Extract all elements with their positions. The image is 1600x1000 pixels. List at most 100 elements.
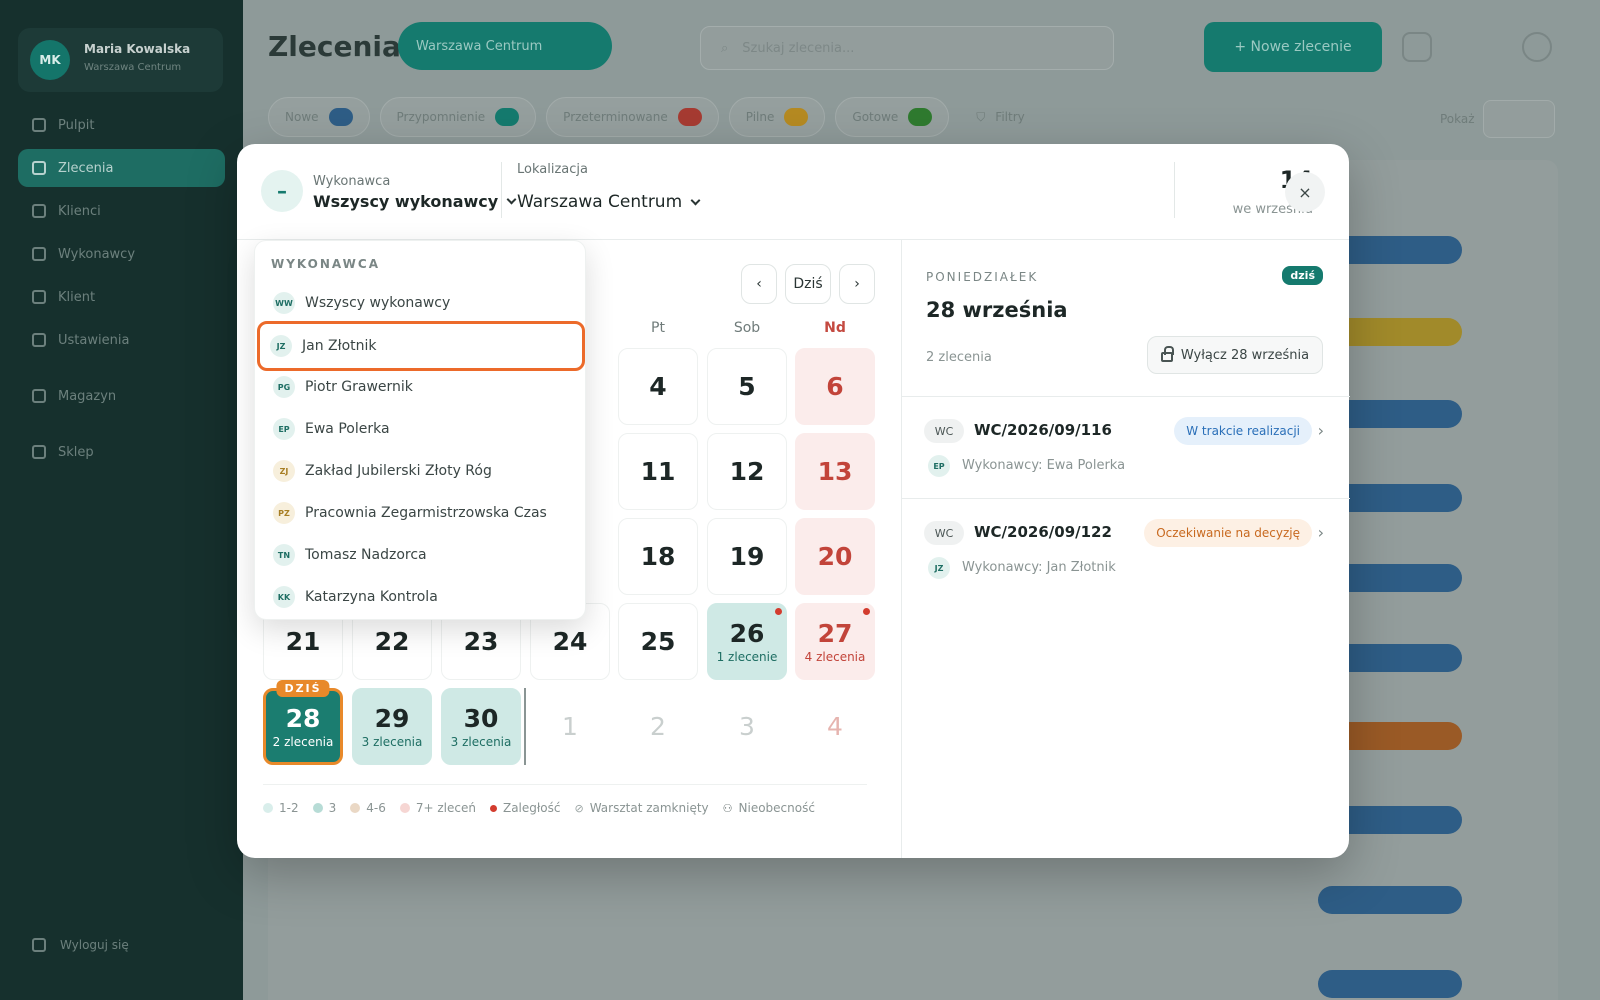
day-number: 27 <box>817 619 853 648</box>
calendar-day[interactable]: 4 <box>618 348 698 425</box>
filter-pilne[interactable]: Pilne <box>728 97 826 137</box>
sidebar-item-klient[interactable]: Klient <box>18 278 225 316</box>
warehouse-icon <box>32 389 46 403</box>
day-number: 23 <box>463 627 499 656</box>
calendar-day[interactable]: 13 <box>795 433 875 510</box>
option-label: Wszyscy wykonawcy <box>305 295 451 311</box>
filter-gotowe[interactable]: Gotowe <box>835 97 950 137</box>
search-input[interactable]: ⌕ Szukaj zlecenia... <box>700 26 1114 70</box>
option-label: Piotr Grawernik <box>305 379 413 395</box>
dow-saturday: Sob <box>733 320 761 336</box>
prev-month-button[interactable]: ‹ <box>741 264 777 304</box>
chevron-right-icon: › <box>1317 523 1324 542</box>
new-order-button[interactable]: + Nowe zlecenie <box>1204 22 1382 72</box>
calendar-day[interactable]: 29 3 zlecenia <box>352 688 432 765</box>
dow-friday: Pt <box>651 320 665 336</box>
calendar-day[interactable]: 20 <box>795 518 875 595</box>
filter-przeterminowane[interactable]: Przeterminowane <box>546 97 719 137</box>
executor-option[interactable]: PG Piotr Grawernik <box>263 367 579 407</box>
account-icon[interactable] <box>1522 32 1552 62</box>
user-location: Warszawa Centrum <box>84 62 182 73</box>
executor-option[interactable]: WW Wszyscy wykonawcy <box>263 283 579 323</box>
day-of-week: PONIEDZIAŁEK <box>926 270 1039 284</box>
filter-bar: Nowe Przypomnienie Przeterminowane Pilne… <box>268 97 1042 137</box>
executor-option[interactable]: EP Ewa Polerka <box>263 409 579 449</box>
page-title: Zlecenia <box>268 30 401 63</box>
day-number: 19 <box>729 542 765 571</box>
avatar: KK <box>273 586 295 608</box>
filter-more[interactable]: ⛉ Filtry <box>959 97 1041 137</box>
day-number: 30 <box>463 704 499 733</box>
legend-item: Zaległość <box>489 801 560 815</box>
executor-option[interactable]: TN Tomasz Nadzorca <box>263 535 579 575</box>
calendar-day[interactable]: 27 4 zlecenia <box>795 603 875 680</box>
option-label: Zakład Jubilerski Złoty Róg <box>305 463 492 479</box>
order-row[interactable]: WC WC/2026/09/122 Oczekiwanie na decyzję… <box>902 498 1350 600</box>
calendar-day[interactable]: 19 <box>707 518 787 595</box>
legend-swatch <box>399 803 410 813</box>
calendar-day: 1 <box>530 688 610 765</box>
day-number: 21 <box>285 627 321 656</box>
calendar-day[interactable]: 12 <box>707 433 787 510</box>
calendar-day[interactable]: 6 <box>795 348 875 425</box>
executor-option[interactable]: PZ Pracownia Zegarmistrzowska Czas <box>263 493 579 533</box>
day-number: 28 <box>285 704 321 733</box>
location-select[interactable]: Warszawa Centrum <box>398 22 612 70</box>
day-number: 4 <box>827 712 843 741</box>
filter-przypomnienie[interactable]: Przypomnienie <box>379 97 537 137</box>
sidebar-item-pulpit[interactable]: Pulpit <box>18 106 225 144</box>
executor-label: Wykonawca <box>313 174 391 189</box>
sidebar-item-zlecenia[interactable]: Zlecenia <box>18 149 225 187</box>
filter-nowe[interactable]: Nowe <box>268 97 370 137</box>
calendar-day[interactable]: 26 1 zlecenie <box>707 603 787 680</box>
executor-option[interactable]: JZ Jan Złotnik <box>257 321 585 371</box>
sidebar-item-klienci[interactable]: Klienci <box>18 192 225 230</box>
per-page-select[interactable] <box>1482 100 1555 138</box>
calendar-day-today[interactable]: DZIŚ 28 2 zlecenia <box>263 680 343 765</box>
executor-option[interactable]: KK Katarzyna Kontrola <box>263 577 579 617</box>
disable-day-button[interactable]: Wyłącz 28 września <box>1147 336 1323 374</box>
day-order-count: 3 zlecenia <box>361 735 423 749</box>
executor-select[interactable]: Wszyscy wykonawcy <box>313 192 517 211</box>
avatar: PG <box>273 376 295 398</box>
calendar-day[interactable]: 18 <box>618 518 698 595</box>
day-number: 2 <box>650 712 666 741</box>
location-select[interactable]: Warszawa Centrum <box>517 192 701 212</box>
day-order-count: 2 zlecenia <box>272 735 334 749</box>
order-id: WC/2026/09/116 <box>974 421 1112 439</box>
legend-item: ⊘ Warsztat zamknięty <box>574 801 709 815</box>
day-number: 18 <box>640 542 676 571</box>
calendar-day[interactable]: 30 3 zlecenia <box>441 688 521 765</box>
legend-item: 7+ zleceń <box>399 801 476 815</box>
day-number: 22 <box>374 627 410 656</box>
logout-link[interactable]: Wyloguj się <box>32 938 129 952</box>
order-executor: Wykonawcy: Jan Złotnik <box>962 560 1116 575</box>
calendar-day[interactable]: 11 <box>618 433 698 510</box>
collapse-button[interactable]: – <box>261 170 303 212</box>
day-number: 25 <box>640 627 676 656</box>
executor-option[interactable]: ZJ Zakład Jubilerski Złoty Róg <box>263 451 579 491</box>
user-card[interactable]: MK Maria Kowalska Warszawa Centrum <box>18 28 223 92</box>
legend-swatch <box>350 803 361 813</box>
sidebar-item-wykonawcy[interactable]: Wykonawcy <box>18 235 225 273</box>
count-badge <box>677 108 702 126</box>
close-icon[interactable]: × <box>1285 172 1325 212</box>
order-row[interactable]: WC WC/2026/09/116 W trakcie realizacji ›… <box>902 396 1350 498</box>
chevron-down-icon <box>690 195 701 205</box>
search-icon: ⌕ <box>721 40 729 56</box>
calendar-day[interactable]: 25 <box>618 603 698 680</box>
sidebar-item-magazyn[interactable]: Magazyn <box>18 377 225 415</box>
sidebar: MK Maria Kowalska Warszawa Centrum Pulpi… <box>0 0 243 1000</box>
chevron-down-icon <box>506 194 517 205</box>
order-id: WC/2026/09/122 <box>974 523 1112 541</box>
sidebar-item-ustawienia[interactable]: Ustawienia <box>18 321 225 359</box>
today-button[interactable]: Dziś <box>785 264 831 304</box>
calendar-day[interactable]: 5 <box>707 348 787 425</box>
next-month-button[interactable]: › <box>839 264 875 304</box>
option-label: Ewa Polerka <box>305 421 390 437</box>
day-order-count: 3 zlecenia <box>450 735 512 749</box>
calendar-icon[interactable] <box>1402 32 1432 62</box>
sidebar-item-sklep[interactable]: Sklep <box>18 433 225 471</box>
row-status <box>1318 970 1462 998</box>
avatar: JZ <box>928 557 950 579</box>
